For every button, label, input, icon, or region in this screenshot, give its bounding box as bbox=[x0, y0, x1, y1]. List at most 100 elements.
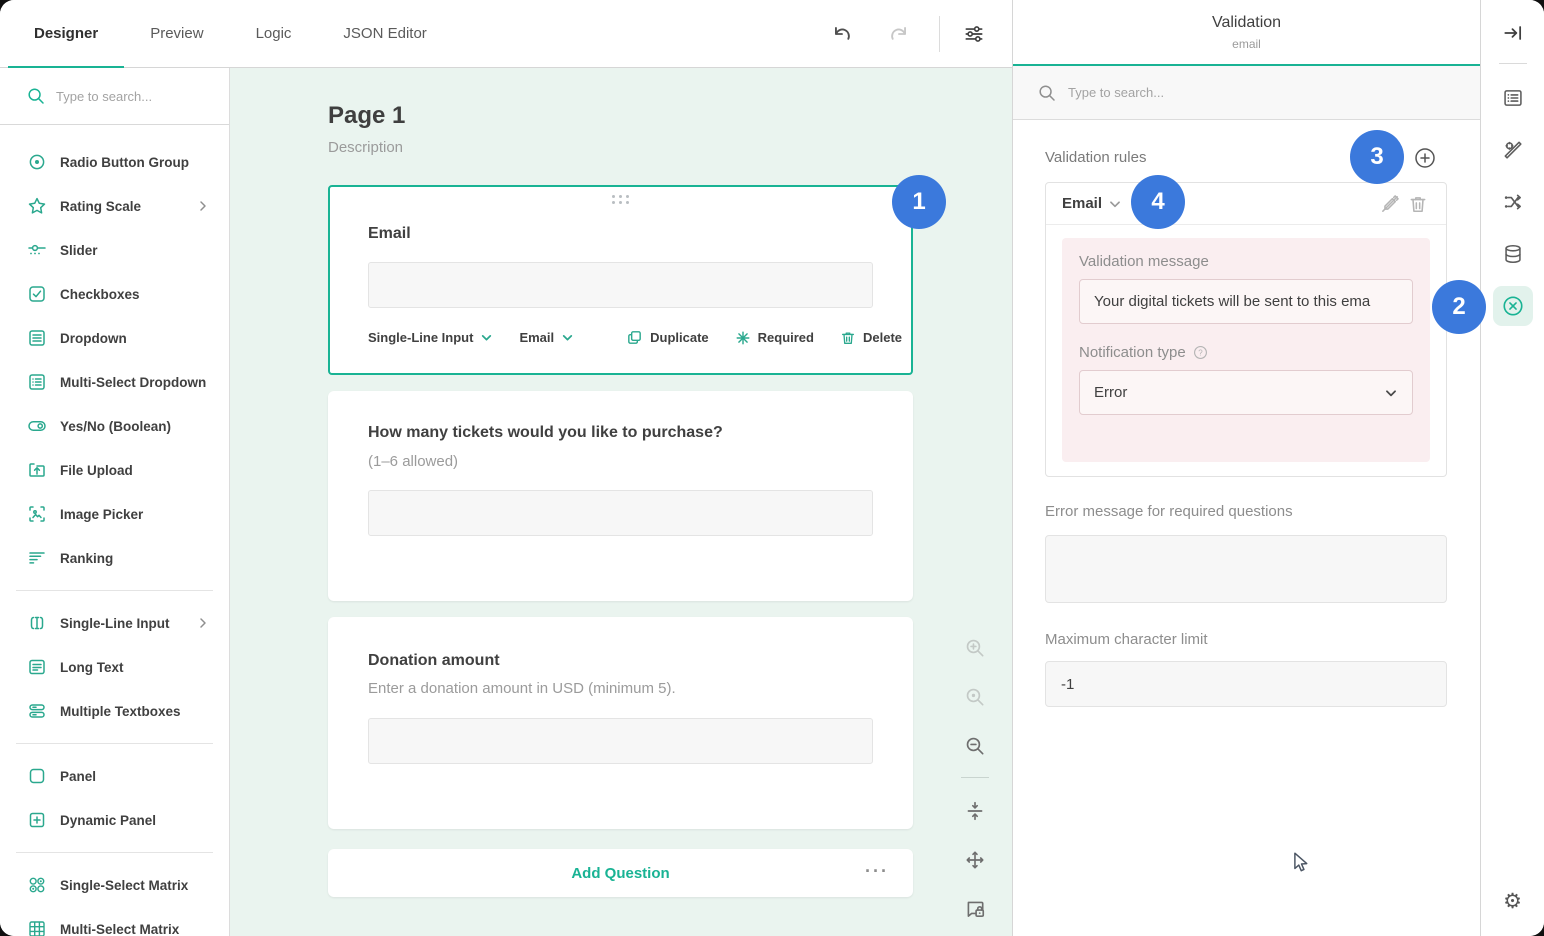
edit-rule-button[interactable] bbox=[1376, 190, 1404, 218]
toolbox-item-checkboxes[interactable]: Checkboxes bbox=[0, 272, 229, 316]
drag-mode-button[interactable] bbox=[957, 842, 993, 878]
checkbox-icon bbox=[27, 284, 47, 304]
help-circle-icon[interactable]: ? bbox=[1193, 345, 1208, 360]
single-select-matrix-icon bbox=[27, 875, 47, 895]
database-icon bbox=[1502, 243, 1524, 265]
tab-data[interactable] bbox=[1493, 234, 1533, 274]
tab-general-settings[interactable] bbox=[1493, 78, 1533, 118]
question-text-input[interactable] bbox=[368, 718, 873, 764]
question-card-tickets[interactable]: How many tickets would you like to purch… bbox=[328, 391, 913, 601]
zoom-in-icon bbox=[964, 637, 986, 659]
panel-settings-button[interactable]: ⚙ bbox=[1493, 881, 1533, 921]
svg-text:?: ? bbox=[1198, 348, 1203, 357]
tab-designer-label: Designer bbox=[34, 25, 98, 42]
toolbox-item-multi-select-dropdown[interactable]: Multi-Select Dropdown bbox=[0, 360, 229, 404]
creator-settings-button[interactable] bbox=[956, 16, 992, 52]
chevron-right-icon[interactable] bbox=[197, 200, 209, 212]
mouse-cursor bbox=[1291, 852, 1311, 874]
add-question-button[interactable]: Add Question bbox=[571, 865, 669, 882]
notification-type-label: Notification type bbox=[1079, 344, 1186, 361]
toolbox-item-rating-scale[interactable]: Rating Scale bbox=[0, 184, 229, 228]
question-title[interactable]: How many tickets would you like to purch… bbox=[368, 424, 723, 442]
page-title[interactable]: Page 1 bbox=[328, 102, 405, 130]
toolbox-item-image-picker[interactable]: Image Picker bbox=[0, 492, 229, 536]
question-type-dropdown[interactable]: Single-Line Input bbox=[368, 330, 493, 345]
tab-logic[interactable]: Logic bbox=[230, 0, 318, 67]
add-question-bar: Add Question ··· bbox=[328, 849, 913, 897]
validation-message-input[interactable] bbox=[1079, 279, 1413, 324]
toolbox-item-label: Yes/No (Boolean) bbox=[60, 419, 171, 434]
question-text-input[interactable] bbox=[368, 490, 873, 536]
question-text-input[interactable] bbox=[368, 262, 873, 308]
chevron-right-icon[interactable] bbox=[197, 617, 209, 629]
tab-preview-label: Preview bbox=[150, 25, 203, 42]
required-error-textarea[interactable] bbox=[1045, 535, 1447, 603]
property-search-input[interactable] bbox=[1068, 85, 1368, 100]
tab-theme[interactable] bbox=[1493, 130, 1533, 170]
toolbox-item-ranking[interactable]: Ranking bbox=[0, 536, 229, 580]
max-char-limit-label: Maximum character limit bbox=[1045, 631, 1208, 648]
notification-type-select[interactable]: Error bbox=[1079, 370, 1413, 415]
notification-type-value: Error bbox=[1094, 384, 1384, 401]
delete-rule-button[interactable] bbox=[1404, 190, 1432, 218]
question-title[interactable]: Email bbox=[368, 225, 411, 243]
tab-validation-active[interactable] bbox=[1493, 286, 1533, 326]
delete-question-button[interactable]: Delete bbox=[840, 330, 902, 346]
lock-questions-button[interactable] bbox=[957, 891, 993, 927]
rule-type-dropdown[interactable]: Email bbox=[1062, 195, 1122, 212]
dropdown-icon bbox=[27, 328, 47, 348]
tab-logic[interactable] bbox=[1493, 182, 1533, 222]
toolbox-item-label: Multi-Select Dropdown bbox=[60, 375, 206, 390]
page-header[interactable]: Page 1 Description bbox=[328, 102, 405, 156]
tab-designer[interactable]: Designer bbox=[8, 0, 124, 67]
duplicate-button[interactable]: Duplicate bbox=[626, 329, 709, 346]
required-asterisk-icon bbox=[735, 330, 751, 346]
question-description: Enter a donation amount in USD (minimum … bbox=[368, 680, 676, 697]
toolbox-divider bbox=[16, 590, 213, 591]
drag-handle-icon[interactable] bbox=[612, 195, 630, 204]
canvas-tools-divider bbox=[961, 777, 989, 778]
toolbox-item-single-select-matrix[interactable]: Single-Select Matrix bbox=[0, 863, 229, 907]
page-description[interactable]: Description bbox=[328, 139, 405, 156]
toolbox-item-label: Checkboxes bbox=[60, 287, 140, 302]
add-question-more-icon[interactable]: ··· bbox=[865, 861, 889, 882]
max-char-limit-input[interactable] bbox=[1045, 661, 1447, 707]
toolbox-sidebar: Radio Button Group Rating Scale Slider C… bbox=[0, 68, 230, 936]
toolbox-item-multi-select-matrix[interactable]: Multi-Select Matrix bbox=[0, 907, 229, 936]
toolbox-item-single-line-input[interactable]: Single-Line Input bbox=[0, 601, 229, 645]
toolbox-item-label: Slider bbox=[60, 243, 98, 258]
question-card-donation[interactable]: Donation amount Enter a donation amount … bbox=[328, 617, 913, 829]
toolbox-item-panel[interactable]: Panel bbox=[0, 754, 229, 798]
zoom-in-button[interactable] bbox=[957, 630, 993, 666]
toolbox-item-dynamic-panel[interactable]: Dynamic Panel bbox=[0, 798, 229, 842]
zoom-reset-button[interactable] bbox=[957, 679, 993, 715]
property-panel: Validation email Validation rules Email bbox=[1012, 0, 1480, 936]
zoom-out-button[interactable] bbox=[957, 728, 993, 764]
step-badge-4: 4 bbox=[1131, 175, 1185, 229]
multi-select-dropdown-icon bbox=[27, 372, 47, 392]
tab-preview[interactable]: Preview bbox=[124, 0, 229, 67]
toolbox-item-file-upload[interactable]: File Upload bbox=[0, 448, 229, 492]
redo-button[interactable] bbox=[881, 16, 917, 52]
slider-icon bbox=[27, 240, 47, 260]
undo-button[interactable] bbox=[824, 16, 860, 52]
toolbox-item-long-text[interactable]: Long Text bbox=[0, 645, 229, 689]
top-tab-bar: Designer Preview Logic JSON Editor bbox=[0, 0, 1012, 68]
question-card-email[interactable]: Email Single-Line Input Email Duplicate bbox=[328, 185, 913, 375]
toolbox-item-radio-button-group[interactable]: Radio Button Group bbox=[0, 140, 229, 184]
tab-json-editor[interactable]: JSON Editor bbox=[317, 0, 452, 67]
toolbox-item-slider[interactable]: Slider bbox=[0, 228, 229, 272]
input-type-dropdown[interactable]: Email bbox=[519, 330, 574, 345]
toolbox-search-input[interactable] bbox=[56, 89, 196, 104]
collapse-panel-button[interactable] bbox=[1493, 13, 1533, 53]
toolbox-item-boolean[interactable]: Yes/No (Boolean) bbox=[0, 404, 229, 448]
required-toggle[interactable]: Required bbox=[735, 330, 814, 346]
question-title[interactable]: Donation amount bbox=[368, 652, 500, 670]
toolbox-item-multiple-textboxes[interactable]: Multiple Textboxes bbox=[0, 689, 229, 733]
toolbox-item-label: Rating Scale bbox=[60, 199, 141, 214]
toolbox-item-dropdown[interactable]: Dropdown bbox=[0, 316, 229, 360]
collapse-all-button[interactable] bbox=[957, 793, 993, 829]
toolbox-item-label: Long Text bbox=[60, 660, 124, 675]
add-validation-rule-button[interactable] bbox=[1413, 146, 1437, 170]
notification-type-row: Notification type ? bbox=[1079, 344, 1413, 361]
